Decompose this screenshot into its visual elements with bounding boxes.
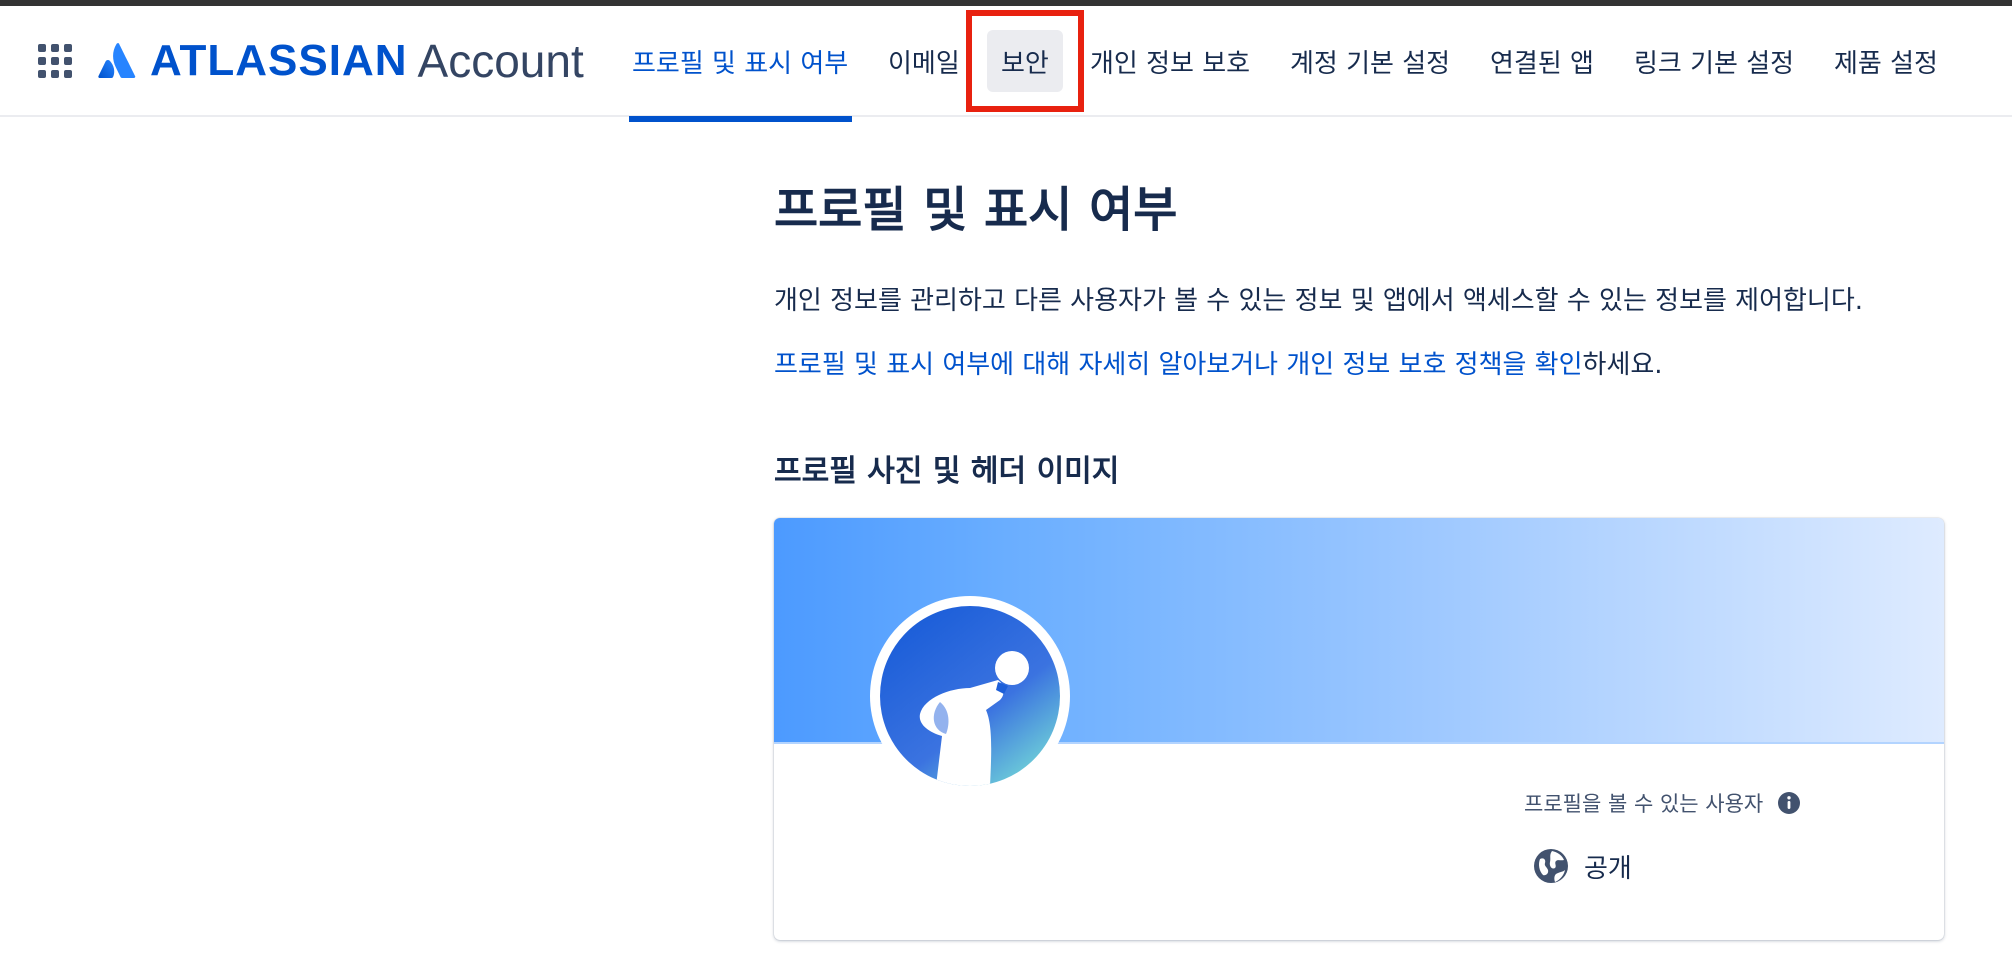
atlassian-account-logo[interactable]: ATLASSIAN Account (98, 35, 584, 87)
visibility-label: 프로필을 볼 수 있는 사용자 (1524, 788, 1801, 818)
atlassian-logo-icon (98, 43, 136, 78)
tab-product-settings[interactable]: 제품 설정 (1834, 28, 1938, 94)
visibility-value-text: 공개 (1584, 853, 1632, 884)
profile-photo-card: 프로필을 볼 수 있는 사용자 공개 (774, 518, 1944, 940)
active-tab-indicator (629, 116, 852, 122)
globe-icon (1534, 849, 1568, 883)
brand-name: ATLASSIAN (150, 36, 408, 85)
info-icon[interactable] (1777, 791, 1801, 815)
tab-connected-apps[interactable]: 연결된 앱 (1490, 28, 1594, 94)
visibility-selector[interactable]: 공개 (1532, 844, 1632, 888)
visibility-label-text: 프로필을 볼 수 있는 사용자 (1524, 792, 1764, 816)
learn-more-link[interactable]: 프로필 및 표시 여부에 대해 자세히 알아보거나 (774, 350, 1278, 380)
tab-profile-visibility[interactable]: 프로필 및 표시 여부 (632, 28, 848, 94)
tab-privacy[interactable]: 개인 정보 보호 (1090, 28, 1250, 94)
help-links-suffix: 하세요. (1582, 350, 1663, 380)
tab-email[interactable]: 이메일 (888, 28, 960, 94)
help-links: 프로필 및 표시 여부에 대해 자세히 알아보거나 개인 정보 보호 정책을 확… (774, 344, 1663, 381)
avatar-dog-icon (880, 606, 1060, 786)
tab-account-preferences[interactable]: 계정 기본 설정 (1290, 28, 1450, 94)
page-title: 프로필 및 표시 여부 (774, 182, 1178, 238)
product-name: Account (417, 35, 584, 87)
privacy-policy-link[interactable]: 개인 정보 보호 정책을 확인 (1286, 350, 1582, 380)
app-switcher-icon[interactable] (38, 44, 72, 78)
highlight-annotation-box (966, 10, 1084, 112)
page-description: 개인 정보를 관리하고 다른 사용자가 볼 수 있는 정보 및 앱에서 액세스할… (774, 286, 1864, 316)
section-title-profile-photo: 프로필 사진 및 헤더 이미지 (774, 454, 1120, 489)
avatar[interactable] (870, 596, 1070, 796)
tab-link-preferences[interactable]: 링크 기본 설정 (1634, 28, 1794, 94)
